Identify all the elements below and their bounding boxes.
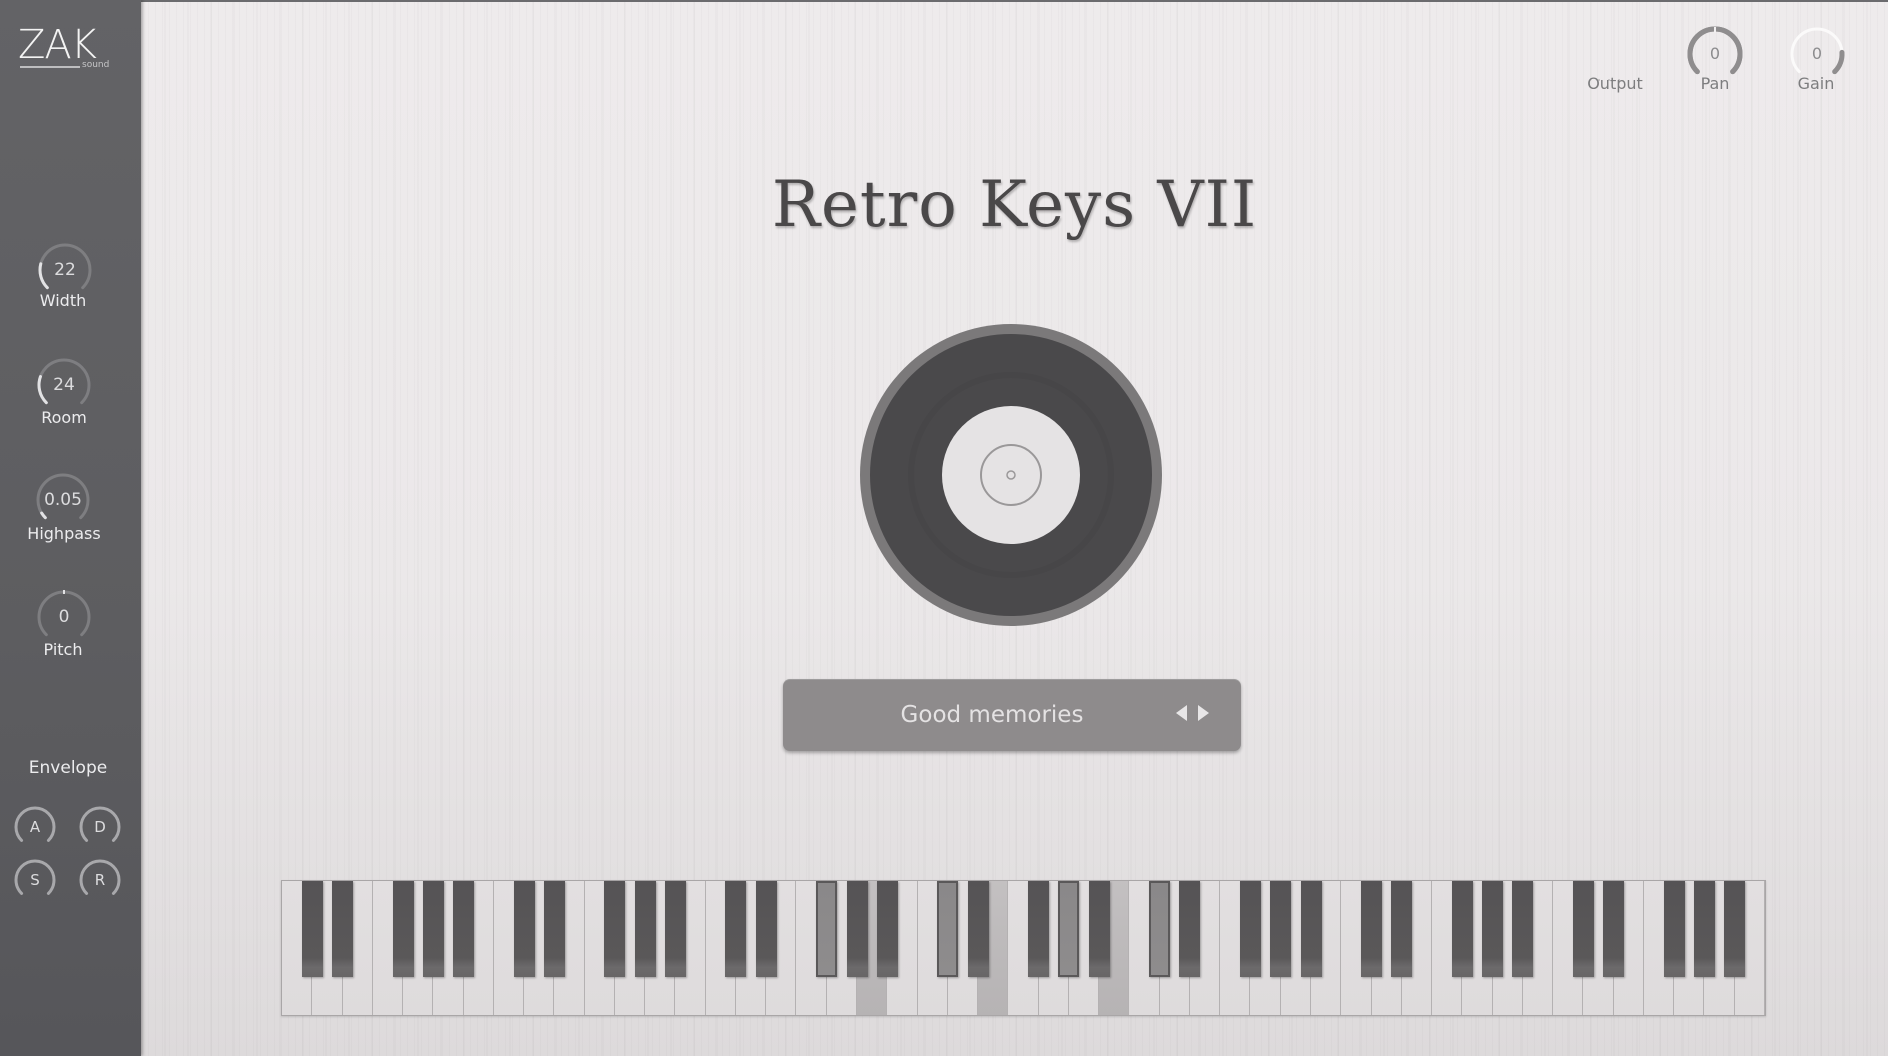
black-key-C-sharp0[interactable] (301, 881, 323, 977)
pitch-knob-label: Pitch (43, 640, 83, 659)
black-key-D-sharp0[interactable] (332, 881, 354, 977)
logo-subtext: sound (82, 60, 110, 70)
black-key-A-sharp5[interactable] (1512, 881, 1534, 977)
logo-underline (20, 66, 80, 68)
black-key-D-sharp6[interactable] (1603, 881, 1625, 977)
black-key-C-sharp5[interactable] (1361, 881, 1383, 977)
black-key-G-sharp3[interactable] (1058, 881, 1080, 977)
black-key-F-sharp6[interactable] (1663, 881, 1685, 977)
release-knob-label: R (94, 871, 106, 889)
black-key-G-sharp6[interactable] (1693, 881, 1715, 977)
black-key-F-sharp0[interactable] (392, 881, 414, 977)
pitch-knob[interactable]: 0 (34, 587, 94, 647)
gain-knob-label: Gain (1797, 74, 1835, 93)
pan-knob-label: Pan (1700, 74, 1730, 93)
black-key-F-sharp1[interactable] (604, 881, 626, 977)
zak-sound-logo: ZAK sound (18, 22, 118, 70)
black-key-D-sharp3[interactable] (967, 881, 989, 977)
sustain-knob[interactable]: S (11, 856, 59, 904)
black-key-D-sharp4[interactable] (1179, 881, 1201, 977)
black-key-A-sharp4[interactable] (1300, 881, 1322, 977)
black-key-C-sharp3[interactable] (937, 881, 959, 977)
black-key-F-sharp3[interactable] (1028, 881, 1050, 977)
knob-value: 0 (58, 607, 70, 627)
highpass-knob[interactable]: 0.05 (33, 470, 93, 530)
attack-knob-label: A (29, 818, 41, 836)
black-key-D-sharp5[interactable] (1391, 881, 1413, 977)
piano-keyboard[interactable] (281, 880, 1766, 1016)
decay-knob-label: D (94, 818, 106, 836)
width-knob-label: Width (39, 291, 87, 310)
decay-knob[interactable]: D (76, 803, 124, 851)
attack-knob[interactable]: A (11, 803, 59, 851)
instrument-title: Retro Keys VII (771, 168, 1258, 242)
black-key-D-sharp2[interactable] (755, 881, 777, 977)
knob-value: 0.05 (44, 490, 82, 510)
black-key-A-sharp0[interactable] (453, 881, 475, 977)
preset-prev-arrow-icon[interactable] (1176, 705, 1187, 721)
output-label: Output (1587, 74, 1643, 93)
preset-selector[interactable]: Good memories (783, 679, 1241, 751)
black-key-F-sharp5[interactable] (1451, 881, 1473, 977)
black-key-F-sharp2[interactable] (816, 881, 838, 977)
black-key-G-sharp4[interactable] (1270, 881, 1292, 977)
black-key-D-sharp1[interactable] (543, 881, 565, 977)
black-key-G-sharp1[interactable] (634, 881, 656, 977)
output-meter (1598, 66, 1638, 81)
black-key-A-sharp6[interactable] (1724, 881, 1746, 977)
knob-value: 24 (53, 375, 75, 395)
envelope-title: Envelope (28, 758, 108, 778)
black-key-G-sharp0[interactable] (422, 881, 444, 977)
vinyl-record-icon[interactable] (859, 323, 1163, 627)
sidebar: ZAK sound 22 Width 24 Room 0.05 Highpass… (0, 0, 141, 1056)
release-knob[interactable]: R (76, 856, 124, 904)
highpass-knob-label: Highpass (27, 524, 101, 543)
black-key-A-sharp2[interactable] (876, 881, 898, 977)
black-key-C-sharp6[interactable] (1572, 881, 1594, 977)
black-key-A-sharp3[interactable] (1088, 881, 1110, 977)
black-key-C-sharp2[interactable] (725, 881, 747, 977)
sustain-knob-label: S (30, 871, 40, 889)
black-key-A-sharp1[interactable] (664, 881, 686, 977)
room-knob-label: Room (41, 408, 87, 427)
black-key-C-sharp1[interactable] (513, 881, 535, 977)
room-knob[interactable]: 24 (34, 355, 94, 415)
black-key-G-sharp5[interactable] (1482, 881, 1504, 977)
preset-name[interactable]: Good memories (783, 679, 1173, 751)
black-key-F-sharp4[interactable] (1239, 881, 1261, 977)
black-key-G-sharp2[interactable] (846, 881, 868, 977)
black-key-C-sharp4[interactable] (1149, 881, 1171, 977)
preset-next-arrow-icon[interactable] (1198, 705, 1209, 721)
